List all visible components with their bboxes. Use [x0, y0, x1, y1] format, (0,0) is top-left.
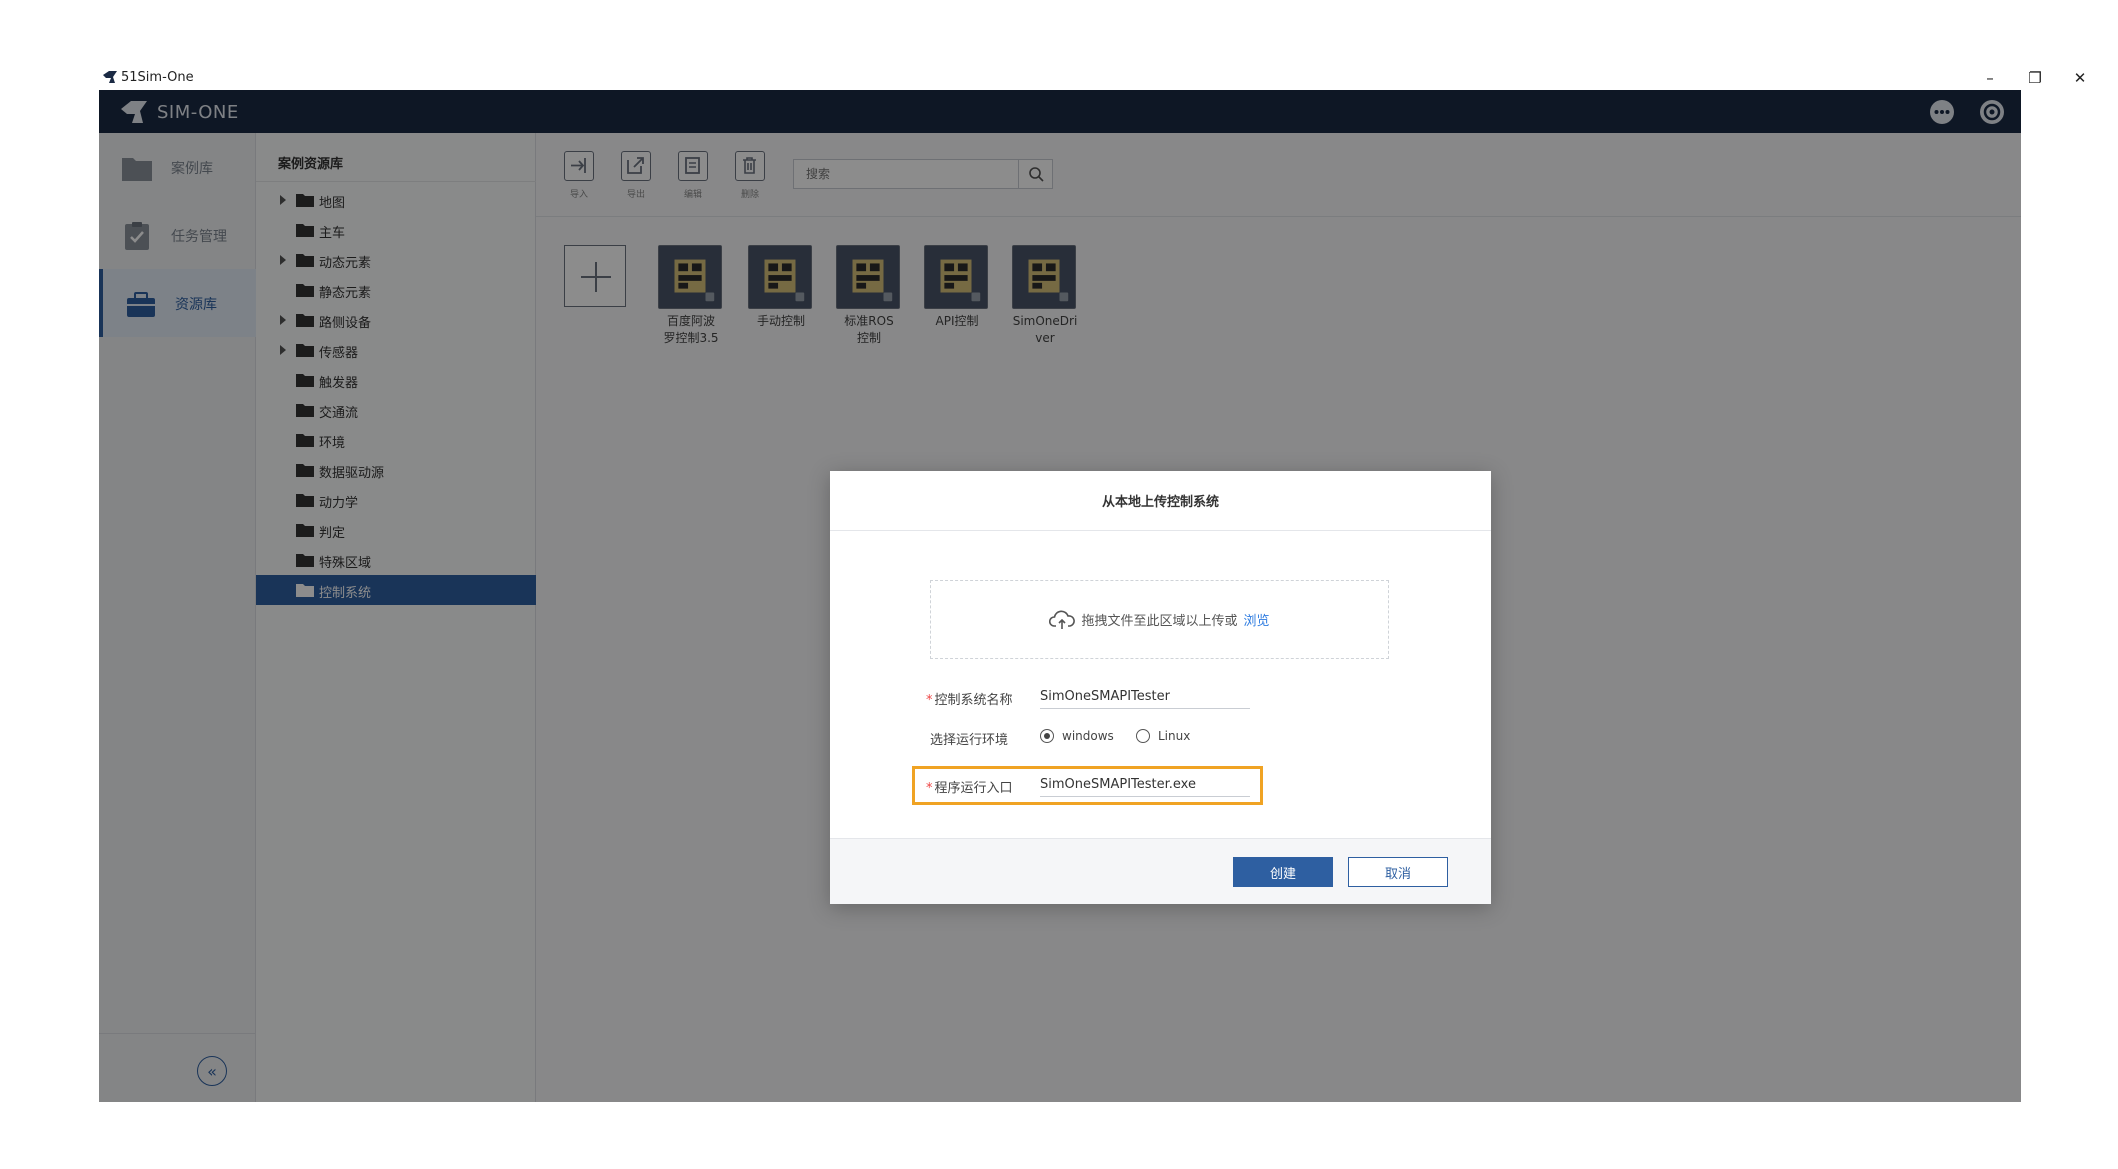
- dropzone-text: 拖拽文件至此区域以上传或: [1081, 614, 1238, 629]
- cancel-button[interactable]: 取消: [1348, 857, 1448, 887]
- radio-windows[interactable]: windows: [1040, 729, 1114, 743]
- close-button[interactable]: ✕: [2065, 66, 2095, 90]
- radio-circle: [1136, 729, 1150, 743]
- dialog-title: 从本地上传控制系统: [830, 471, 1491, 531]
- env-label: 选择运行环境: [930, 733, 1009, 748]
- radio-label: Linux: [1158, 729, 1191, 743]
- restore-button[interactable]: ❐: [2020, 66, 2050, 90]
- entry-label: * 程序运行入口: [926, 781, 1013, 796]
- radio-label: windows: [1062, 729, 1114, 743]
- radio-linux[interactable]: Linux: [1136, 729, 1190, 743]
- window-title: 51Sim-One: [121, 70, 194, 85]
- minimize-button[interactable]: –: [1975, 66, 2005, 90]
- window-titlebar: 51Sim-One – ❐ ✕: [99, 66, 2086, 90]
- dialog-footer: 创建 取消: [830, 838, 1491, 904]
- create-button[interactable]: 创建: [1233, 857, 1333, 887]
- name-label: * 控制系统名称: [926, 693, 1013, 708]
- app-window: SIM-ONE 案例库 任务管理 资源库 « 案例资源库 地图 主车 动态元素 …: [99, 90, 2021, 1102]
- upload-control-system-dialog: 从本地上传控制系统 拖拽文件至此区域以上传或 浏览 *控制系统名称 选择运行环境…: [830, 471, 1491, 904]
- control-system-name-input[interactable]: [1040, 685, 1250, 709]
- cloud-upload-icon: [1049, 610, 1076, 629]
- radio-circle: [1040, 729, 1054, 743]
- app-logo-icon: [103, 71, 117, 83]
- program-entry-input[interactable]: [1040, 773, 1250, 797]
- browse-link[interactable]: 浏览: [1244, 610, 1270, 629]
- file-dropzone[interactable]: 拖拽文件至此区域以上传或 浏览: [930, 580, 1389, 659]
